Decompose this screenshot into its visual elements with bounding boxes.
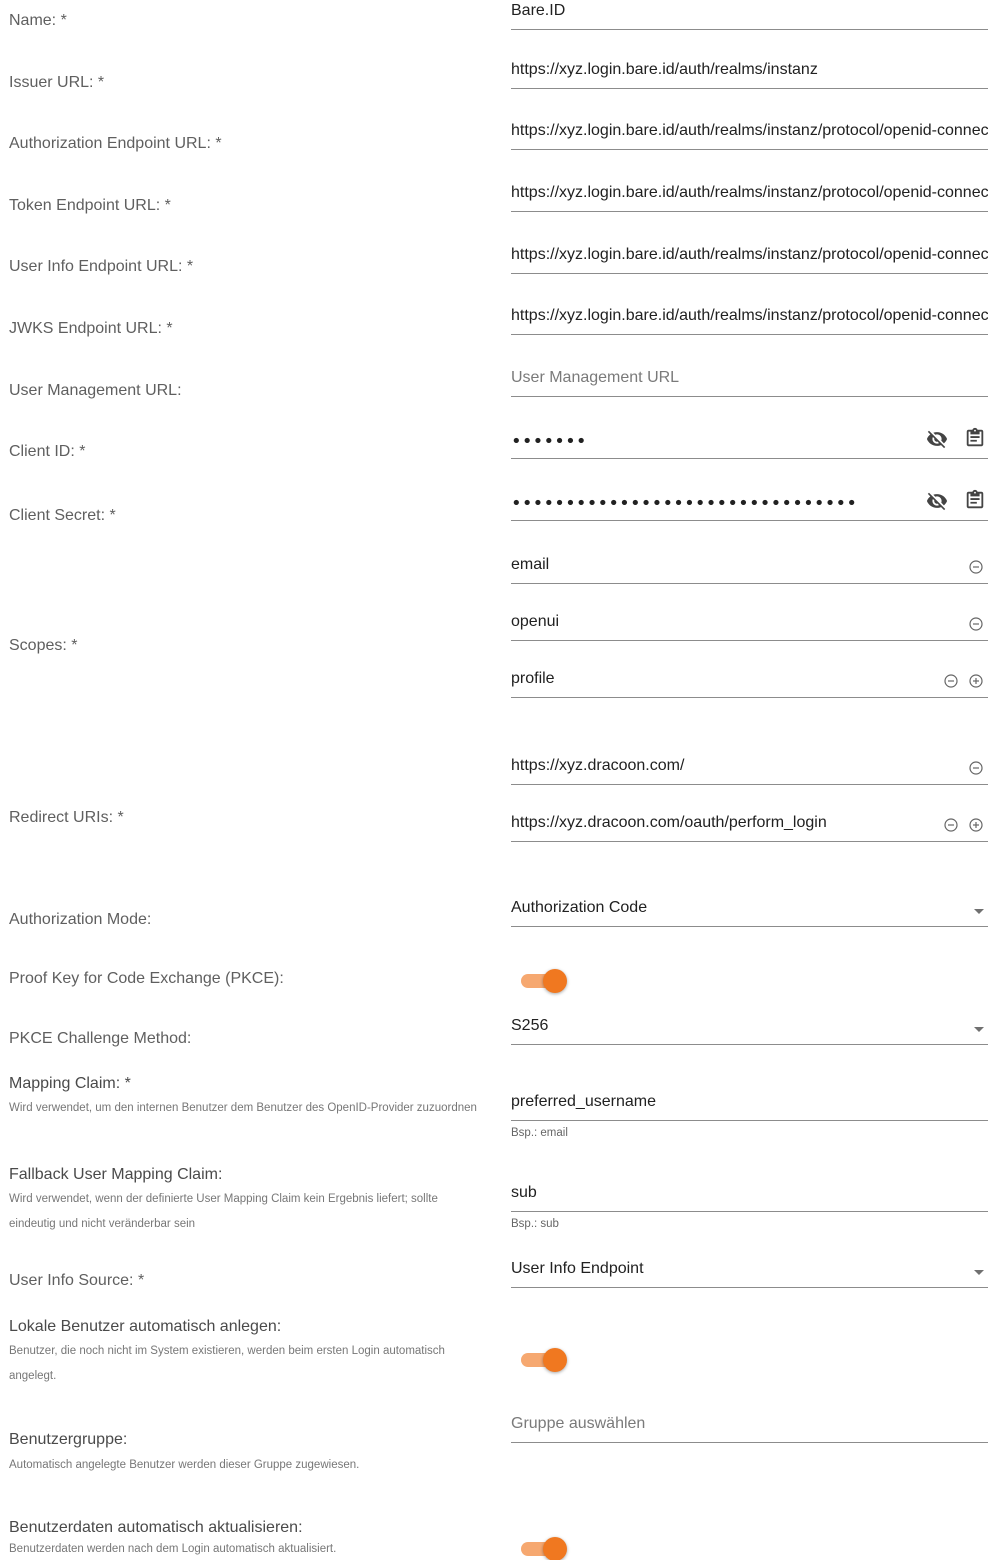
authorization-mode-select[interactable]: Authorization Code	[511, 897, 988, 927]
auto-create-toggle-knob	[543, 1348, 567, 1372]
authorization-mode-label: Authorization Mode:	[9, 911, 152, 928]
pkce-toggle-knob	[543, 969, 567, 993]
user-management-url-label: User Management URL:	[9, 382, 182, 399]
name-label: Name: *	[9, 12, 67, 29]
userinfo-source-value: User Info Endpoint	[511, 1260, 644, 1277]
plus-circle-icon[interactable]	[965, 670, 987, 692]
name-field[interactable]: Bare.ID	[511, 0, 988, 30]
auth-endpoint-value: https://xyz.login.bare.id/auth/realms/in…	[511, 122, 988, 139]
minus-circle-icon[interactable]	[940, 670, 962, 692]
pkce-label: Proof Key for Code Exchange (PKCE):	[9, 970, 284, 987]
auto-create-toggle[interactable]	[521, 1347, 567, 1373]
fallback-claim-description: Wird verwendet, wenn der definierte User…	[9, 1193, 438, 1230]
fallback-claim-value: sub	[511, 1184, 537, 1201]
auth-endpoint-label: Authorization Endpoint URL: *	[9, 135, 222, 152]
auth-endpoint-field[interactable]: https://xyz.login.bare.id/auth/realms/in…	[511, 120, 988, 150]
caret-down-icon	[974, 909, 984, 914]
scope-field[interactable]: email	[511, 554, 988, 584]
authorization-mode-value: Authorization Code	[511, 899, 648, 916]
auto-update-toggle[interactable]	[521, 1536, 567, 1560]
issuer-url-field[interactable]: https://xyz.login.bare.id/auth/realms/in…	[511, 59, 988, 89]
user-group-placeholder: Gruppe auswählen	[511, 1415, 646, 1432]
client-id-label: Client ID: *	[9, 443, 86, 460]
jwks-endpoint-value: https://xyz.login.bare.id/auth/realms/in…	[511, 307, 988, 324]
redirect-uri-value: https://xyz.dracoon.com/	[511, 757, 685, 774]
minus-circle-icon[interactable]	[965, 757, 987, 779]
userinfo-endpoint-label: User Info Endpoint URL: *	[9, 258, 194, 275]
fallback-claim-label: Fallback User Mapping Claim:	[9, 1166, 223, 1183]
user-group-select[interactable]: Gruppe auswählen	[511, 1413, 988, 1443]
eye-off-icon[interactable]	[926, 428, 948, 450]
scope-value: email	[511, 556, 550, 573]
auto-update-description: Benutzerdaten werden nach dem Login auto…	[9, 1543, 337, 1555]
auto-update-toggle-knob	[543, 1537, 567, 1560]
pkce-method-value: S256	[511, 1017, 549, 1034]
client-secret-label: Client Secret: *	[9, 507, 116, 524]
minus-circle-icon[interactable]	[965, 613, 987, 635]
minus-circle-icon[interactable]	[965, 556, 987, 578]
mapping-claim-field[interactable]: preferred_username	[511, 1091, 988, 1121]
userinfo-endpoint-field[interactable]: https://xyz.login.bare.id/auth/realms/in…	[511, 244, 988, 274]
scope-value: openui	[511, 613, 560, 630]
jwks-endpoint-field[interactable]: https://xyz.login.bare.id/auth/realms/in…	[511, 305, 988, 335]
caret-down-icon	[974, 1027, 984, 1032]
redirect-uris-label: Redirect URIs: *	[9, 809, 124, 826]
user-group-description: Automatisch angelegte Benutzer werden di…	[9, 1459, 360, 1471]
issuer-url-label: Issuer URL: *	[9, 74, 105, 91]
pkce-method-select[interactable]: S256	[511, 1015, 988, 1045]
pkce-method-label: PKCE Challenge Method:	[9, 1030, 192, 1047]
scopes-label: Scopes: *	[9, 637, 78, 654]
client-id-field[interactable]: •••••••	[511, 429, 988, 459]
clipboard-icon[interactable]	[964, 489, 986, 511]
redirect-uri-field[interactable]: https://xyz.dracoon.com/	[511, 755, 988, 785]
client-id-masked-value: •••••••	[511, 431, 587, 452]
user-group-label: Benutzergruppe:	[9, 1431, 128, 1448]
fallback-claim-hint: Bsp.: sub	[511, 1218, 559, 1230]
token-endpoint-field[interactable]: https://xyz.login.bare.id/auth/realms/in…	[511, 182, 988, 212]
auto-create-label: Lokale Benutzer automatisch anlegen:	[9, 1318, 282, 1335]
mapping-claim-hint: Bsp.: email	[511, 1127, 568, 1139]
fallback-claim-field[interactable]: sub	[511, 1182, 988, 1212]
client-secret-field[interactable]: ••••••••••••••••••••••••••••••••	[511, 491, 988, 521]
issuer-url-value: https://xyz.login.bare.id/auth/realms/in…	[511, 61, 818, 78]
eye-off-icon[interactable]	[926, 490, 948, 512]
auto-update-label: Benutzerdaten automatisch aktualisieren:	[9, 1519, 303, 1536]
mapping-claim-label: Mapping Claim: *	[9, 1075, 131, 1092]
redirect-uri-field[interactable]: https://xyz.dracoon.com/oauth/perform_lo…	[511, 812, 988, 842]
pkce-toggle[interactable]	[521, 968, 567, 994]
user-management-url-field[interactable]: User Management URL	[511, 367, 988, 397]
jwks-endpoint-label: JWKS Endpoint URL: *	[9, 320, 173, 337]
auto-create-description: Benutzer, die noch nicht im System exist…	[9, 1345, 445, 1382]
redirect-uri-value: https://xyz.dracoon.com/oauth/perform_lo…	[511, 814, 827, 831]
token-endpoint-value: https://xyz.login.bare.id/auth/realms/in…	[511, 184, 988, 201]
scope-field[interactable]: profile	[511, 668, 988, 698]
userinfo-source-select[interactable]: User Info Endpoint	[511, 1258, 988, 1288]
userinfo-endpoint-value: https://xyz.login.bare.id/auth/realms/in…	[511, 246, 988, 263]
plus-circle-icon[interactable]	[965, 814, 987, 836]
mapping-claim-description: Wird verwendet, um den internen Benutzer…	[9, 1102, 477, 1114]
token-endpoint-label: Token Endpoint URL: *	[9, 197, 171, 214]
minus-circle-icon[interactable]	[940, 814, 962, 836]
clipboard-icon[interactable]	[964, 427, 986, 449]
caret-down-icon	[974, 1270, 984, 1275]
scope-value: profile	[511, 670, 555, 687]
mapping-claim-value: preferred_username	[511, 1093, 656, 1110]
scope-field[interactable]: openui	[511, 611, 988, 641]
client-secret-masked-value: ••••••••••••••••••••••••••••••••	[511, 493, 858, 514]
name-value: Bare.ID	[511, 2, 566, 19]
user-management-url-placeholder: User Management URL	[511, 369, 680, 386]
userinfo-source-label: User Info Source: *	[9, 1272, 145, 1289]
